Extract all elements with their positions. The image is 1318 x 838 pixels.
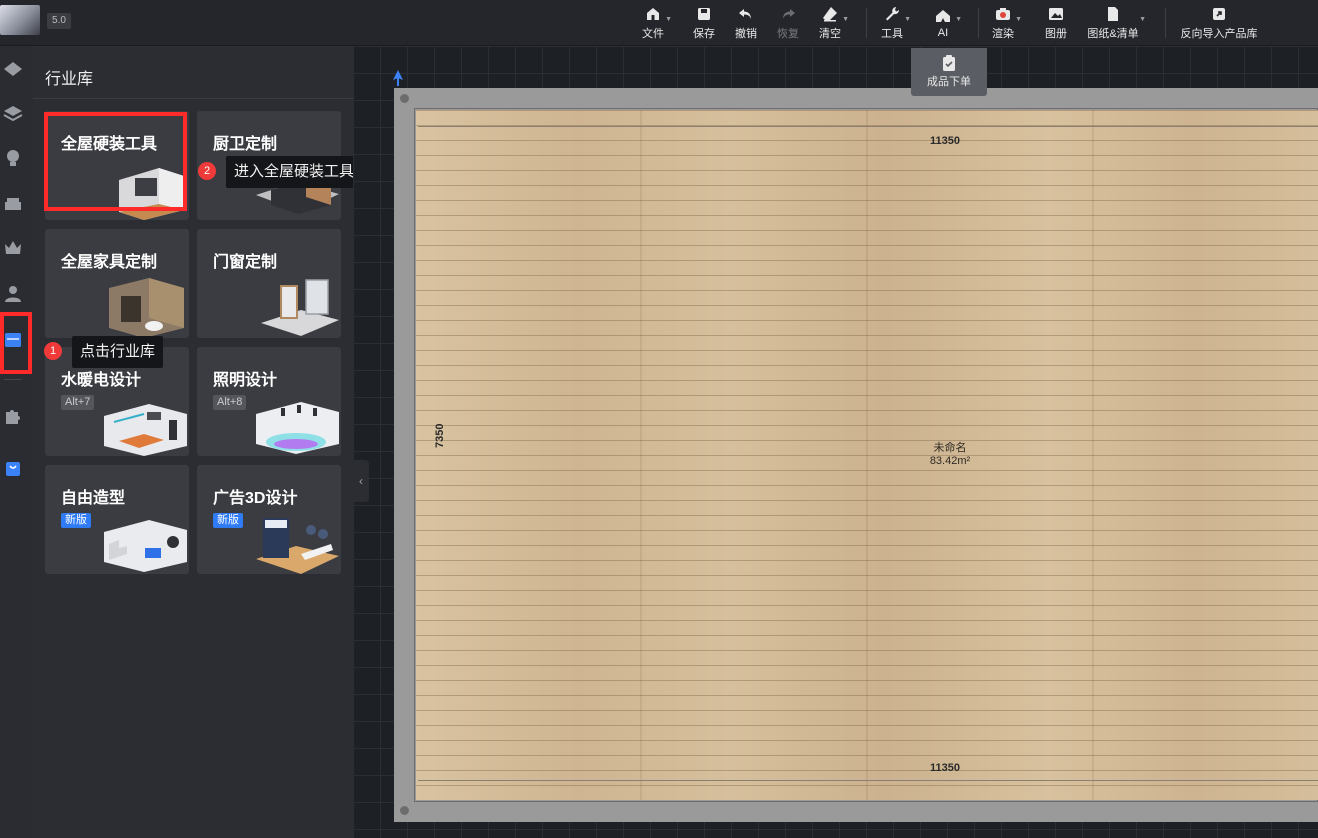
undo-icon: [739, 9, 751, 19]
chevron-down-icon: ▼: [1015, 16, 1022, 23]
stack-icon: [3, 106, 23, 122]
room-name: 未命名: [933, 442, 967, 454]
step-1-badge: 1: [44, 342, 62, 360]
user-avatar[interactable]: [0, 5, 40, 35]
clipboard-icon: [943, 55, 955, 71]
ad-3d-thumbnail: [256, 518, 339, 574]
chevron-down-icon: ▼: [904, 16, 911, 23]
toolbar-divider: [1165, 8, 1166, 38]
save-icon: [698, 8, 710, 20]
drawings-button[interactable]: 图纸&清单 ▼: [1086, 0, 1146, 46]
document-icon: [1108, 7, 1118, 21]
layers-icon: [4, 62, 22, 76]
dimension-height: 7350: [434, 423, 446, 448]
rail-item-plugins[interactable]: [0, 400, 26, 432]
card-whole-house-furniture[interactable]: 全屋家具定制: [45, 229, 189, 338]
shortcut-badge: Alt+7: [61, 395, 95, 410]
redo-button[interactable]: 恢复: [775, 0, 801, 46]
room-area: 83.42m²: [929, 455, 971, 467]
card-free-modeling[interactable]: 自由造型 新版: [45, 465, 189, 574]
dimension-line-bottom: [418, 780, 1318, 781]
order-button[interactable]: 成品下单: [911, 48, 987, 96]
user-icon: [5, 286, 21, 302]
version-badge: 5.0: [47, 13, 71, 29]
toolbar-divider: [978, 8, 979, 38]
rail-item-furniture[interactable]: [0, 188, 26, 220]
clear-button[interactable]: 清空 ▼: [817, 0, 849, 46]
chevron-left-icon: ‹: [359, 474, 363, 488]
card-door-window[interactable]: 门窗定制: [197, 229, 341, 338]
top-toolbar: 5.0 文件 ▼ 保存 撤销 恢复 清空 ▼ 工具 ▼ AI ▼ 渲染 ▼ 图册…: [0, 0, 1318, 46]
door-window-thumbnail: [261, 279, 339, 336]
wrench-icon: [886, 7, 900, 21]
album-button[interactable]: 图册: [1043, 0, 1069, 46]
crown-icon: [5, 241, 21, 254]
shop-bag-icon: [6, 462, 20, 476]
card-ad-3d-design[interactable]: 广告3D设计 新版: [197, 465, 341, 574]
render-button[interactable]: 渲染 ▼: [990, 0, 1022, 46]
toolbar-divider: [866, 8, 867, 38]
chevron-down-icon: ▼: [955, 16, 962, 23]
chevron-down-icon: ▼: [665, 16, 672, 23]
free-modeling-thumbnail: [104, 520, 187, 572]
ai-house-icon: [936, 10, 950, 22]
save-button[interactable]: 保存: [691, 0, 717, 46]
image-icon: [1049, 8, 1063, 20]
home-icon: [647, 8, 659, 20]
plumbing-thumbnail: [104, 404, 187, 456]
puzzle-icon: [6, 410, 20, 424]
step-2-tooltip: 进入全屋硬装工具: [226, 156, 363, 188]
wall-corner-handle[interactable]: [400, 806, 409, 815]
eraser-icon: [823, 7, 837, 22]
new-badge: 新版: [213, 513, 243, 528]
ai-button[interactable]: AI ▼: [930, 0, 962, 46]
undo-button[interactable]: 撤销: [733, 0, 759, 46]
rail-item-user[interactable]: [0, 278, 26, 310]
redo-icon: [783, 9, 795, 19]
collapse-panel-button[interactable]: ‹: [353, 460, 369, 502]
rail-divider: [4, 379, 22, 380]
left-icon-rail: [0, 46, 33, 838]
rail-item-store[interactable]: [0, 452, 26, 484]
room-floor[interactable]: [416, 110, 1318, 800]
camera-icon: [996, 8, 1010, 20]
dimension-line-top: [418, 126, 1318, 127]
rail-item-floorplan[interactable]: [0, 54, 26, 86]
panel-divider: [33, 98, 353, 99]
lightbulb-icon: [7, 150, 19, 166]
rail-item-materials[interactable]: [0, 98, 26, 130]
highlight-box-rail: [0, 312, 32, 374]
chevron-down-icon: ▼: [1139, 16, 1146, 23]
dimension-width-top: 11350: [930, 135, 960, 147]
chevron-down-icon: ▼: [842, 16, 849, 23]
card-lighting-design[interactable]: 照明设计 Alt+8: [197, 347, 341, 456]
north-arrow-icon: [393, 70, 403, 86]
new-badge: 新版: [61, 513, 91, 528]
step-2-badge: 2: [198, 162, 216, 180]
room-label[interactable]: 未命名 83.42m²: [905, 442, 995, 468]
tools-button[interactable]: 工具 ▼: [879, 0, 911, 46]
wall-corner-handle[interactable]: [400, 94, 409, 103]
step-1-tooltip: 点击行业库: [72, 336, 164, 368]
panel-title: 行业库: [45, 71, 94, 88]
reverse-import-button[interactable]: 反向导入产品库: [1178, 0, 1260, 46]
highlight-box-card: [44, 112, 187, 211]
file-button[interactable]: 文件 ▼: [640, 0, 672, 46]
sofa-icon: [5, 198, 21, 210]
furniture-thumbnail: [109, 278, 184, 338]
shortcut-badge: Alt+8: [213, 395, 247, 410]
export-icon: [1213, 8, 1225, 20]
lighting-thumbnail: [256, 402, 339, 454]
dimension-width-bottom: 11350: [930, 762, 960, 774]
rail-item-inspiration[interactable]: [0, 142, 26, 174]
rail-item-premium[interactable]: [0, 232, 26, 264]
